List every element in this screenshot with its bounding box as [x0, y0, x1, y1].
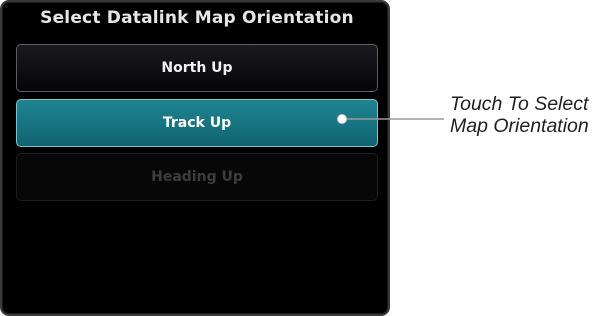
track-up-label: Track Up: [162, 115, 232, 131]
callout-line-2: Map Orientation: [450, 115, 589, 137]
north-up-button[interactable]: North Up: [16, 44, 378, 92]
orientation-dialog: Select Datalink Map Orientation North Up…: [0, 0, 390, 316]
callout-text: Touch To Select Map Orientation: [450, 93, 589, 137]
track-up-button[interactable]: Track Up: [16, 99, 378, 147]
dialog-title: Select Datalink Map Orientation: [40, 8, 354, 28]
callout-line-1: Touch To Select: [450, 93, 589, 115]
heading-up-label: Heading Up: [151, 169, 243, 185]
heading-up-button: Heading Up: [16, 153, 378, 201]
north-up-label: North Up: [161, 60, 233, 76]
